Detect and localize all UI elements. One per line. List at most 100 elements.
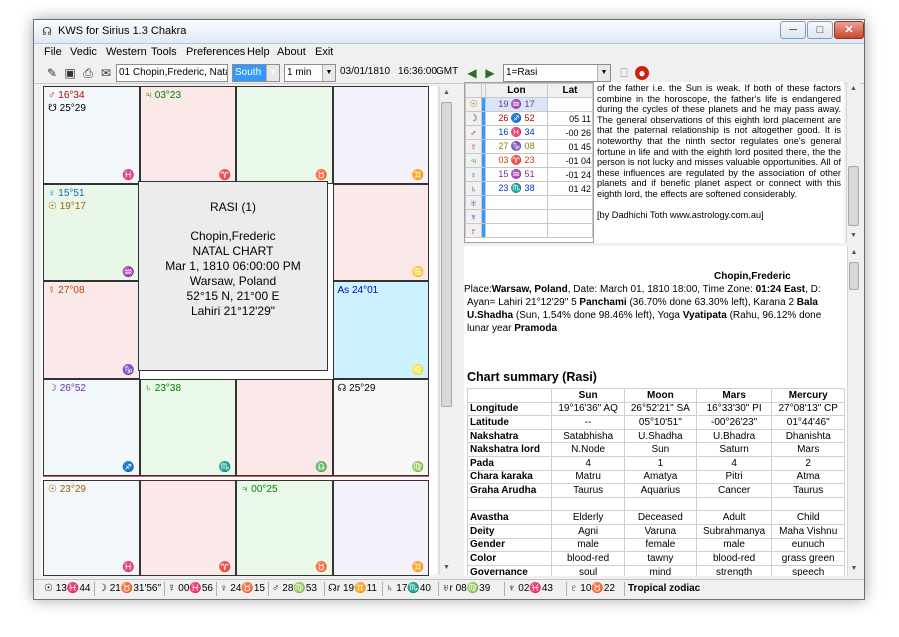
mail-icon[interactable]: ✉ (98, 65, 114, 81)
summary-cell: -00°26'23" (695, 415, 773, 430)
summary-cell (695, 496, 773, 512)
summary-row: Longitude 19°16'36" AQ 26°52'21" SA 16°33'3… (466, 401, 845, 417)
scroll-up-icon[interactable]: ▲ (440, 86, 453, 100)
interpretation-scrollbar[interactable]: ▲ ▼ (846, 82, 860, 243)
scroll-down-icon[interactable]: ▼ (847, 229, 860, 243)
chart-house[interactable]: ☿ 27°08 ♑ (43, 281, 140, 379)
chart-house[interactable]: ☉ 23°29 ♓ (43, 480, 140, 576)
chart-house[interactable]: ☊ 25°29 ♍ (332, 378, 429, 476)
scroll-thumb[interactable] (849, 262, 859, 290)
view-select[interactable]: 1=Rasi ▼ (503, 64, 611, 82)
planet-longitude (485, 223, 548, 238)
planet-longitude: 23 ♏ 38 (485, 181, 548, 196)
close-button[interactable]: ✕ (834, 21, 864, 39)
chart-house[interactable]: ♎ (236, 378, 333, 476)
zodiac-sign-icon: ♈ (218, 169, 231, 181)
time-field[interactable]: 16:36:00 (398, 66, 437, 77)
chart-header: RASI (1) (209, 200, 256, 214)
planet-position: ♄ 23°38 (144, 382, 182, 394)
summary-cell (551, 496, 625, 512)
menu-vedic[interactable]: Vedic (70, 46, 97, 58)
chart-house[interactable]: ♂ 16°34 ☋ 25°29 ♓ (43, 86, 140, 184)
date-field[interactable]: 03/01/1810 (340, 66, 390, 77)
camera-icon[interactable]: ▣ (62, 65, 78, 81)
menu-western[interactable]: Western (106, 46, 147, 58)
chart-house[interactable]: As 24°01 ♌ (332, 281, 429, 379)
planet-row[interactable]: ♇ (465, 223, 594, 238)
zodiac-sign-icon: ♒ (122, 267, 135, 278)
planet-glyph-icon: ♂ (465, 125, 482, 140)
status-divider (94, 582, 95, 596)
planet-row[interactable]: ♄ 23 ♏ 38 01 42 (465, 181, 594, 196)
status-planet-position: ♇ 10♉22 (570, 583, 615, 594)
minimize-button[interactable]: ─ (780, 21, 806, 39)
chart-house[interactable]: ♉ (236, 86, 333, 184)
printer-icon[interactable]: ⎙ (80, 65, 96, 81)
summary-column-header: Mars (695, 388, 773, 403)
summary-cell: Saturn (695, 442, 773, 457)
chevron-down-icon: ▼ (597, 65, 610, 81)
planet-row[interactable]: ♆ (465, 209, 594, 224)
planet-row[interactable]: ♃ 03 ♈ 23 -01 04 (465, 153, 594, 168)
wand-icon[interactable]: ✎ (44, 65, 60, 81)
scroll-thumb[interactable] (848, 166, 859, 226)
planet-row[interactable]: ♂ 16 ♓ 34 -00 26 (465, 125, 594, 140)
chart-house[interactable]: ☽ 26°52 ♐ (43, 378, 140, 476)
chart-house[interactable]: ♃ 03°23 ♈ (139, 86, 236, 184)
report-scrollbar[interactable]: ▲ ▼ (847, 246, 860, 576)
menu-tools[interactable]: Tools (151, 46, 177, 58)
chart-house[interactable]: ♈ (139, 480, 236, 576)
zodiac-sign-icon: ♍ (411, 462, 424, 473)
summary-cell: Varuna (623, 523, 697, 539)
scroll-thumb[interactable] (441, 102, 452, 407)
lon-header: Lon (485, 83, 548, 98)
chart-select[interactable]: 01 Chopin,Frederic, Natal (116, 64, 228, 82)
status-divider (504, 582, 505, 596)
menu-preferences[interactable]: Preferences (186, 46, 245, 58)
planet-longitude (485, 195, 548, 210)
chart-house[interactable]: ♃ 00°25 ♉ (236, 480, 333, 576)
report-karana: Bala (796, 297, 818, 308)
scroll-up-icon[interactable]: ▲ (847, 82, 860, 96)
summary-cell: Child (771, 510, 845, 525)
chart-style-select[interactable]: South ▼ (232, 64, 280, 82)
chart-house[interactable]: ♊ (332, 86, 429, 184)
step-select[interactable]: 1 min ▼ (284, 64, 336, 82)
status-planet-position: ☉ 13♓44 (44, 583, 91, 594)
zodiac-sign-icon: ♊ (411, 562, 424, 573)
menu-file[interactable]: File (44, 46, 62, 58)
maximize-button[interactable]: □ (807, 21, 833, 39)
text: lunar year (467, 323, 515, 334)
planet-row[interactable]: ☉ 19 ♒ 17 (465, 97, 594, 112)
chart-type: NATAL CHART (192, 244, 274, 258)
window-title: KWS for Sirius 1.3 Chakra (58, 25, 187, 37)
arrow-left-icon[interactable]: ◀ (464, 65, 480, 81)
summary-row-label: Gender (466, 537, 553, 553)
planet-row[interactable]: ☿ 27 ♑ 08 01 45 (465, 139, 594, 154)
scroll-down-icon[interactable]: ▼ (440, 561, 453, 575)
planet-latitude: -01 04 (546, 153, 594, 168)
report-year: Pramoda (514, 323, 558, 334)
arrow-right-icon[interactable]: ▶ (482, 65, 498, 81)
menu-exit[interactable]: Exit (315, 46, 333, 58)
summary-column-header: Moon (623, 388, 697, 403)
summary-cell: Subrahmanya (695, 523, 773, 539)
chart-house[interactable]: ♊ (332, 480, 429, 576)
menu-about[interactable]: About (277, 46, 306, 58)
tomato-icon[interactable]: ● (635, 66, 649, 80)
chart-house[interactable]: ♋ (332, 183, 429, 281)
scroll-down-icon[interactable]: ▼ (848, 562, 860, 576)
planet-row[interactable]: ☽ 26 ♐ 52 05 11 (465, 111, 594, 126)
report-line2: Ayan= Lahiri 21°12'29" 5 Panchami (36.70… (464, 296, 847, 309)
scroll-up-icon[interactable]: ▲ (848, 246, 860, 260)
menu-help[interactable]: Help (247, 46, 270, 58)
summary-row-label: Nakshatra lord (466, 442, 553, 457)
chart-house[interactable]: ♀ 15°51 ☉ 19°17 ♒ (43, 183, 140, 281)
chart-house[interactable]: ♄ 23°38 ♏ (139, 378, 236, 476)
summary-cell: Taurus (551, 483, 625, 498)
planet-row[interactable]: ♅ (465, 195, 594, 210)
summary-cell: 19°16'36" AQ (551, 401, 625, 417)
save-icon[interactable]: ⎕ (616, 65, 632, 81)
chart-scrollbar[interactable]: ▲ ▼ (439, 86, 453, 575)
planet-row[interactable]: ♀ 15 ♒ 51 -01 24 (465, 167, 594, 182)
